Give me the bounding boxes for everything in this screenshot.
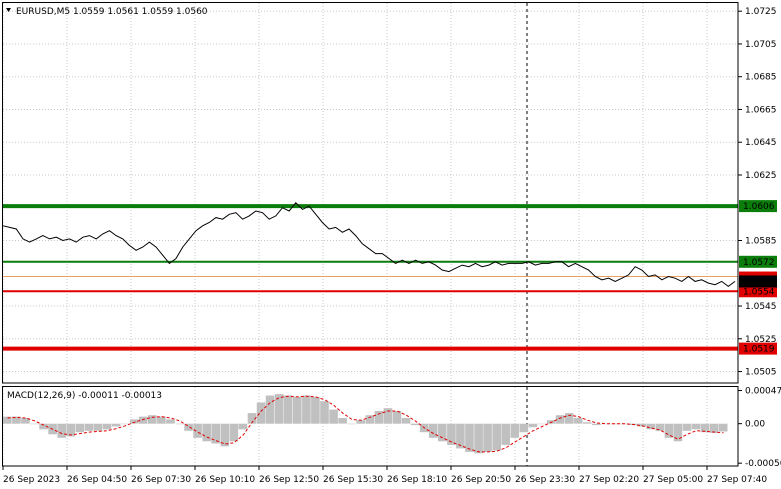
macd-bar <box>75 423 85 433</box>
x-tick-label: 27 Sep 05:00 <box>643 475 703 485</box>
macd-y-tick-label: 0.00 <box>745 420 765 430</box>
macd-bar <box>573 418 583 424</box>
macd-bar <box>392 411 402 424</box>
x-tick-label: 26 Sep 07:30 <box>131 475 191 485</box>
macd-bar <box>401 418 411 424</box>
macd-bar <box>57 423 66 438</box>
macd-bar <box>501 423 510 445</box>
macd-bar <box>592 423 601 426</box>
y-tick-label: 1.0665 <box>745 105 777 115</box>
macd-bar <box>528 423 538 428</box>
y-tick-label: 1.0625 <box>745 171 777 181</box>
macd-y-tick-label: -0.00056 <box>745 459 781 469</box>
macd-bar <box>555 415 565 424</box>
macd-bar <box>283 395 293 424</box>
macd-bar <box>229 423 239 442</box>
y-tick-label: 1.0725 <box>745 7 777 17</box>
x-tick-label: 26 Sep 10:10 <box>195 475 255 485</box>
macd-bar <box>483 423 492 452</box>
macd-bar <box>583 422 592 424</box>
y-tick-label: 1.0645 <box>745 138 777 148</box>
macd-bar <box>30 423 39 425</box>
macd-bar <box>410 423 420 426</box>
level-tag-label: 1.0519 <box>743 345 775 355</box>
macd-bar <box>428 423 438 438</box>
x-tick-label: 26 Sep 18:10 <box>387 475 447 485</box>
macd-bar <box>311 396 320 424</box>
macd-bar <box>93 423 103 431</box>
macd-bar <box>102 423 112 430</box>
macd-bar <box>492 423 501 451</box>
level-tag-label: 1.0606 <box>743 202 775 212</box>
macd-bar <box>338 418 347 424</box>
macd-bar <box>347 423 356 425</box>
x-tick-label: 26 Sep 04:50 <box>67 475 127 485</box>
macd-bar <box>84 423 94 431</box>
macd-bar <box>175 423 184 425</box>
x-tick-label: 26 Sep 12:50 <box>259 475 319 485</box>
level-tag-label: 1.0554 <box>743 287 775 297</box>
macd-bar <box>510 423 520 438</box>
macd-bar <box>465 423 474 452</box>
symbol-header: EURUSD,M5 1.0559 1.0561 1.0559 1.0560 <box>16 7 208 17</box>
macd-bar <box>691 423 701 430</box>
current-price-label: 1.0560 <box>743 277 775 287</box>
macd-bar <box>374 411 384 424</box>
macd-bar <box>111 423 121 427</box>
macd-bar <box>166 419 175 424</box>
y-tick-label: 1.0705 <box>745 40 777 50</box>
macd-bar <box>193 423 202 438</box>
macd-bar <box>709 423 719 433</box>
macd-bar <box>138 416 148 424</box>
macd-bar <box>564 413 574 424</box>
macd-bar <box>293 396 302 424</box>
y-tick-label: 1.0585 <box>745 237 777 247</box>
level-tag-label: 1.0572 <box>743 258 775 268</box>
x-tick-label: 26 Sep 2023 <box>3 475 60 485</box>
macd-bar <box>202 423 211 442</box>
macd-bar <box>664 423 674 438</box>
macd-y-tick-label: 0.00047 <box>745 387 781 397</box>
macd-header: MACD(12,26,9) -0.00011 -0.00013 <box>7 391 162 401</box>
macd-bar <box>256 402 266 424</box>
macd-bar <box>148 415 157 424</box>
macd-bar <box>120 423 130 425</box>
x-tick-label: 26 Sep 23:30 <box>515 475 575 485</box>
macd-bar <box>519 423 529 433</box>
x-tick-label: 27 Sep 07:40 <box>707 475 767 485</box>
macd-bar <box>365 415 375 424</box>
x-tick-label: 26 Sep 15:30 <box>323 475 383 485</box>
macd-bar <box>320 401 329 424</box>
y-tick-label: 1.0505 <box>745 368 777 378</box>
macd-bar <box>682 423 692 431</box>
macd-bar <box>456 423 465 449</box>
y-tick-label: 1.0685 <box>745 73 777 83</box>
macd-bar <box>356 420 365 424</box>
macd-bar <box>129 419 139 424</box>
macd-bar <box>718 423 728 432</box>
macd-bar <box>274 394 284 424</box>
macd-bar <box>265 395 275 424</box>
y-tick-label: 1.0545 <box>745 302 777 312</box>
macd-bar <box>383 408 393 424</box>
macd-bar <box>211 423 220 444</box>
macd-bar <box>474 423 483 454</box>
macd-bar <box>238 423 248 430</box>
macd-bar <box>302 395 311 424</box>
macd-bar <box>157 416 166 424</box>
macd-bar <box>537 423 547 425</box>
macd-bar <box>329 409 338 424</box>
macd-bar <box>673 423 683 442</box>
x-tick-label: 27 Sep 02:20 <box>579 475 639 485</box>
x-tick-label: 26 Sep 20:50 <box>451 475 511 485</box>
chart-canvas[interactable]: 1.0725 1.0705 1.0685 1.0665 1.0645 1.0625 1.05… <box>0 0 781 489</box>
